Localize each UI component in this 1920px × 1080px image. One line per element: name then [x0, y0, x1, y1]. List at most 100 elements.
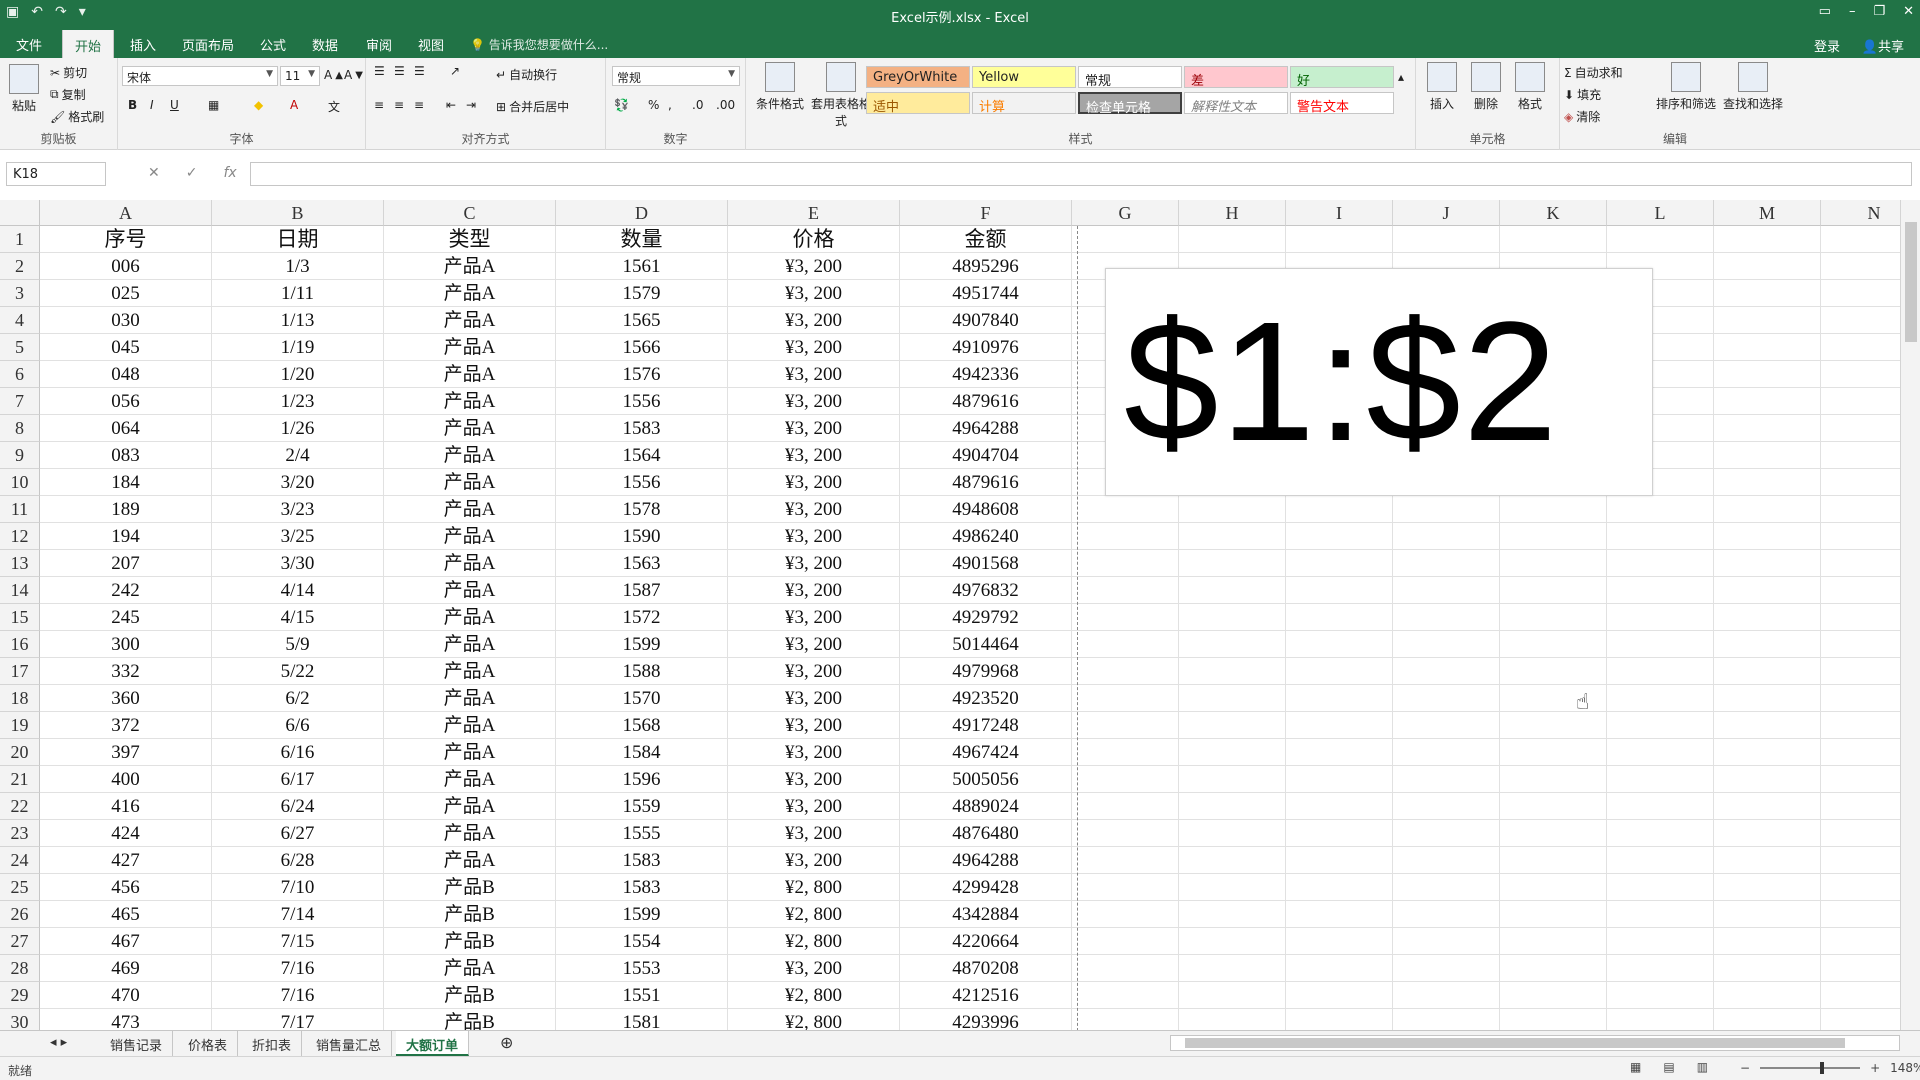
empty-cell[interactable]	[1821, 658, 1900, 685]
table-cell[interactable]: 1/11	[212, 280, 384, 307]
table-cell[interactable]: ¥3, 200	[728, 280, 900, 307]
table-cell[interactable]: 产品B	[384, 901, 556, 928]
table-cell[interactable]: ¥3, 200	[728, 820, 900, 847]
tab-data[interactable]: 数据	[312, 35, 338, 54]
row-header[interactable]: 2	[0, 253, 40, 280]
empty-cell[interactable]	[1500, 955, 1607, 982]
table-cell[interactable]: 1572	[556, 604, 728, 631]
font-name-select[interactable]: 宋体 ▼	[122, 66, 278, 86]
empty-cell[interactable]	[1393, 982, 1500, 1009]
empty-cell[interactable]	[1607, 523, 1714, 550]
empty-cell[interactable]	[1072, 739, 1179, 766]
table-cell[interactable]: 6/6	[212, 712, 384, 739]
empty-cell[interactable]	[1714, 388, 1821, 415]
empty-cell[interactable]	[1179, 1009, 1286, 1030]
table-cell[interactable]: ¥3, 200	[728, 469, 900, 496]
empty-cell[interactable]	[1714, 685, 1821, 712]
table-cell[interactable]: 4220664	[900, 928, 1072, 955]
empty-cell[interactable]	[1607, 901, 1714, 928]
empty-cell[interactable]	[1179, 955, 1286, 982]
table-cell[interactable]: 184	[40, 469, 212, 496]
vertical-scrollbar[interactable]	[1900, 200, 1920, 1030]
empty-cell[interactable]	[1072, 550, 1179, 577]
align-top-icon[interactable]: ☰	[374, 64, 385, 78]
table-cell[interactable]: ¥3, 200	[728, 847, 900, 874]
fill-color-button[interactable]: ◆	[254, 98, 263, 112]
table-cell[interactable]: ¥2, 800	[728, 982, 900, 1009]
empty-cell[interactable]	[1714, 955, 1821, 982]
row-header[interactable]: 1	[0, 226, 40, 253]
empty-cell[interactable]	[1607, 928, 1714, 955]
table-cell[interactable]: 465	[40, 901, 212, 928]
table-cell[interactable]: 5005056	[900, 766, 1072, 793]
increase-decimal-icon[interactable]: .0	[692, 98, 703, 112]
empty-cell[interactable]	[1179, 901, 1286, 928]
table-cell[interactable]: 1554	[556, 928, 728, 955]
empty-cell[interactable]	[1607, 685, 1714, 712]
row-header[interactable]: 23	[0, 820, 40, 847]
empty-cell[interactable]	[1714, 361, 1821, 388]
column-header-b[interactable]: B	[212, 200, 384, 226]
table-cell[interactable]: 产品A	[384, 361, 556, 388]
text-box-shape[interactable]: $1:$2	[1105, 268, 1653, 496]
table-cell[interactable]: 1590	[556, 523, 728, 550]
style-neutral[interactable]: 适中	[866, 92, 970, 115]
empty-cell[interactable]	[1179, 523, 1286, 550]
empty-cell[interactable]	[1607, 982, 1714, 1009]
empty-cell[interactable]	[1286, 928, 1393, 955]
empty-cell[interactable]	[1500, 1009, 1607, 1030]
format-cells-button[interactable]: 格式	[1510, 62, 1550, 112]
empty-cell[interactable]	[1393, 658, 1500, 685]
table-cell[interactable]: ¥3, 200	[728, 685, 900, 712]
empty-cell[interactable]	[1714, 442, 1821, 469]
empty-cell[interactable]	[1714, 334, 1821, 361]
table-cell[interactable]: 427	[40, 847, 212, 874]
empty-cell[interactable]	[1286, 793, 1393, 820]
empty-cell[interactable]	[1714, 577, 1821, 604]
empty-cell[interactable]	[1286, 739, 1393, 766]
empty-cell[interactable]	[1286, 577, 1393, 604]
insert-cells-button[interactable]: 插入	[1422, 62, 1462, 112]
table-cell[interactable]: 064	[40, 415, 212, 442]
table-cell[interactable]: 4904704	[900, 442, 1072, 469]
align-middle-icon[interactable]: ☰	[394, 64, 405, 78]
empty-cell[interactable]	[1500, 793, 1607, 820]
style-explanatory[interactable]: 解释性文本	[1184, 92, 1288, 115]
empty-cell[interactable]	[1286, 658, 1393, 685]
empty-cell[interactable]	[1500, 604, 1607, 631]
ribbon-display-icon[interactable]: ▭	[1819, 4, 1831, 19]
tab-file[interactable]: 文件	[16, 35, 42, 54]
decrease-indent-icon[interactable]: ⇤	[446, 98, 456, 112]
table-cell[interactable]: 4910976	[900, 334, 1072, 361]
table-cell[interactable]: ¥3, 200	[728, 550, 900, 577]
empty-cell[interactable]	[1179, 685, 1286, 712]
table-cell[interactable]: 372	[40, 712, 212, 739]
empty-cell[interactable]	[1393, 874, 1500, 901]
table-cell[interactable]: 1/13	[212, 307, 384, 334]
table-cell[interactable]: 416	[40, 793, 212, 820]
grow-font-button[interactable]: A ▲	[324, 68, 343, 82]
table-cell[interactable]: 7/14	[212, 901, 384, 928]
table-cell[interactable]: 397	[40, 739, 212, 766]
empty-cell[interactable]	[1607, 496, 1714, 523]
table-cell[interactable]: 4986240	[900, 523, 1072, 550]
empty-cell[interactable]	[1179, 577, 1286, 604]
table-cell[interactable]: 4870208	[900, 955, 1072, 982]
table-cell[interactable]: 产品A	[384, 334, 556, 361]
empty-cell[interactable]	[1821, 766, 1900, 793]
empty-cell[interactable]	[1072, 847, 1179, 874]
empty-cell[interactable]	[1821, 685, 1900, 712]
tab-view[interactable]: 视图	[418, 35, 444, 54]
empty-cell[interactable]	[1500, 685, 1607, 712]
italic-button[interactable]: I	[150, 98, 154, 112]
autosum-button[interactable]: Σ 自动求和	[1564, 64, 1623, 81]
table-cell[interactable]: 1561	[556, 253, 728, 280]
table-cell[interactable]: 469	[40, 955, 212, 982]
empty-cell[interactable]	[1607, 739, 1714, 766]
increase-indent-icon[interactable]: ⇥	[466, 98, 476, 112]
table-cell[interactable]: 4879616	[900, 469, 1072, 496]
table-cell[interactable]: 4976832	[900, 577, 1072, 604]
empty-cell[interactable]	[1607, 820, 1714, 847]
style-greyorwhite[interactable]: GreyOrWhite	[866, 66, 970, 88]
empty-cell[interactable]	[1179, 496, 1286, 523]
